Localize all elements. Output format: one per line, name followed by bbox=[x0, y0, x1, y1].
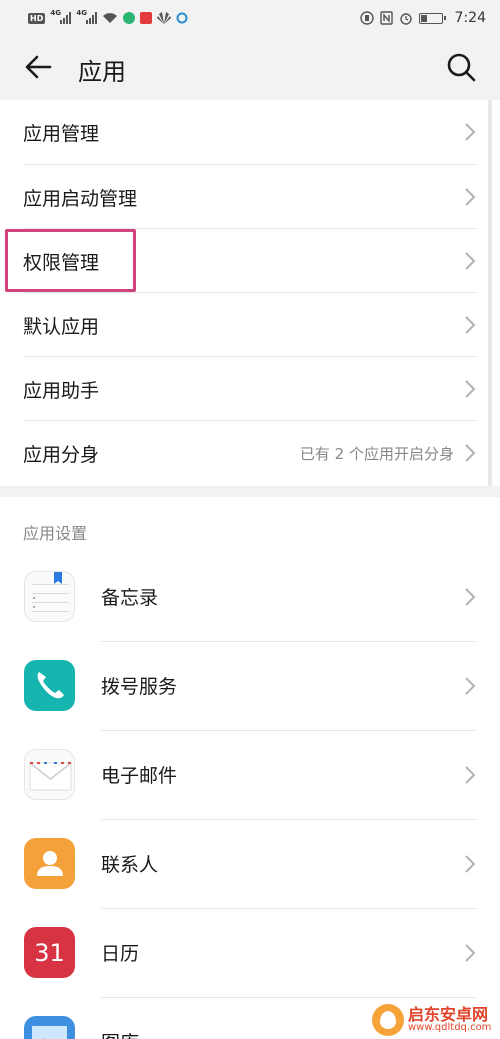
app-row-dialer[interactable]: 拨号服务 bbox=[0, 642, 500, 731]
menu-item-app-assistant[interactable]: 应用助手 bbox=[0, 357, 500, 421]
highlight-box bbox=[5, 229, 136, 292]
battery-icon bbox=[418, 12, 446, 24]
scrollbar[interactable] bbox=[488, 100, 492, 486]
chevron-right-icon bbox=[465, 588, 476, 606]
menu-item-label: 应用分身 bbox=[23, 443, 100, 466]
menu-item-label: 应用启动管理 bbox=[23, 187, 138, 210]
app-row-contacts[interactable]: 联系人 bbox=[0, 820, 500, 909]
huawei-icon bbox=[157, 12, 172, 24]
app-label: 备忘录 bbox=[101, 587, 159, 609]
contacts-icon bbox=[24, 838, 75, 889]
nfc-icon bbox=[379, 11, 393, 25]
app-label: 拨号服务 bbox=[101, 676, 178, 698]
menu-item-default-apps[interactable]: 默认应用 bbox=[0, 293, 500, 357]
notepad-icon bbox=[24, 571, 75, 622]
signal-icon-2: 4G bbox=[76, 9, 98, 24]
search-icon[interactable] bbox=[444, 50, 478, 84]
music-app-icon bbox=[140, 12, 153, 24]
app-row-notepad[interactable]: 备忘录 bbox=[0, 553, 500, 642]
hd-badge: HD bbox=[28, 12, 46, 24]
vibrate-icon bbox=[359, 11, 374, 25]
watermark-url: www.qdltdq.com bbox=[408, 1021, 492, 1033]
app-label: 电子邮件 bbox=[101, 765, 178, 787]
page-title: 应用 bbox=[78, 58, 126, 86]
alarm-icon bbox=[399, 13, 412, 25]
calendar-icon: 31 bbox=[24, 927, 75, 978]
app-bar: 应用 bbox=[0, 36, 500, 100]
cloud-app-icon bbox=[176, 12, 188, 24]
chevron-right-icon bbox=[465, 766, 476, 784]
watermark-logo-icon bbox=[372, 1003, 404, 1036]
chevron-right-icon bbox=[465, 252, 476, 270]
chevron-right-icon bbox=[465, 444, 476, 462]
calendar-icon-date: 31 bbox=[34, 938, 65, 967]
status-time: 7:24 bbox=[454, 10, 486, 26]
status-bar: HD 4G 4G 7:24 bbox=[0, 0, 500, 36]
menu-item-label: 应用助手 bbox=[23, 379, 100, 402]
menu-item-startup-management[interactable]: 应用启动管理 bbox=[0, 165, 500, 229]
menu-item-label: 应用管理 bbox=[23, 122, 100, 145]
app-label: 联系人 bbox=[101, 854, 159, 876]
chevron-right-icon bbox=[465, 316, 476, 334]
chevron-right-icon bbox=[465, 123, 476, 141]
app-row-calendar[interactable]: 31 日历 bbox=[0, 909, 500, 998]
signal-icon: 4G bbox=[50, 9, 72, 24]
app-notification-icon bbox=[123, 12, 136, 24]
chevron-right-icon bbox=[465, 944, 476, 962]
menu-item-label: 默认应用 bbox=[23, 315, 100, 338]
menu-item-value: 已有 2 个应用开启分身 bbox=[299, 444, 454, 463]
app-row-email[interactable]: 电子邮件 bbox=[0, 731, 500, 820]
app-label: 日历 bbox=[101, 943, 140, 965]
watermark: 启东安卓网 www.qdltdq.com bbox=[372, 1000, 500, 1039]
chevron-right-icon bbox=[465, 380, 476, 398]
app-label: 图库 bbox=[101, 1028, 139, 1039]
mail-icon bbox=[24, 749, 75, 800]
chevron-right-icon bbox=[465, 855, 476, 873]
chevron-right-icon bbox=[465, 677, 476, 695]
menu-item-app-management[interactable]: 应用管理 bbox=[0, 100, 500, 164]
chevron-right-icon bbox=[465, 188, 476, 206]
gallery-icon bbox=[24, 1016, 75, 1039]
phone-icon bbox=[24, 660, 75, 711]
back-arrow-icon[interactable] bbox=[22, 50, 56, 84]
wifi-icon bbox=[103, 13, 118, 23]
watermark-title: 启东安卓网 bbox=[408, 1004, 489, 1024]
section-title: 应用设置 bbox=[23, 524, 88, 543]
menu-item-app-twin[interactable]: 应用分身 已有 2 个应用开启分身 bbox=[0, 421, 500, 485]
